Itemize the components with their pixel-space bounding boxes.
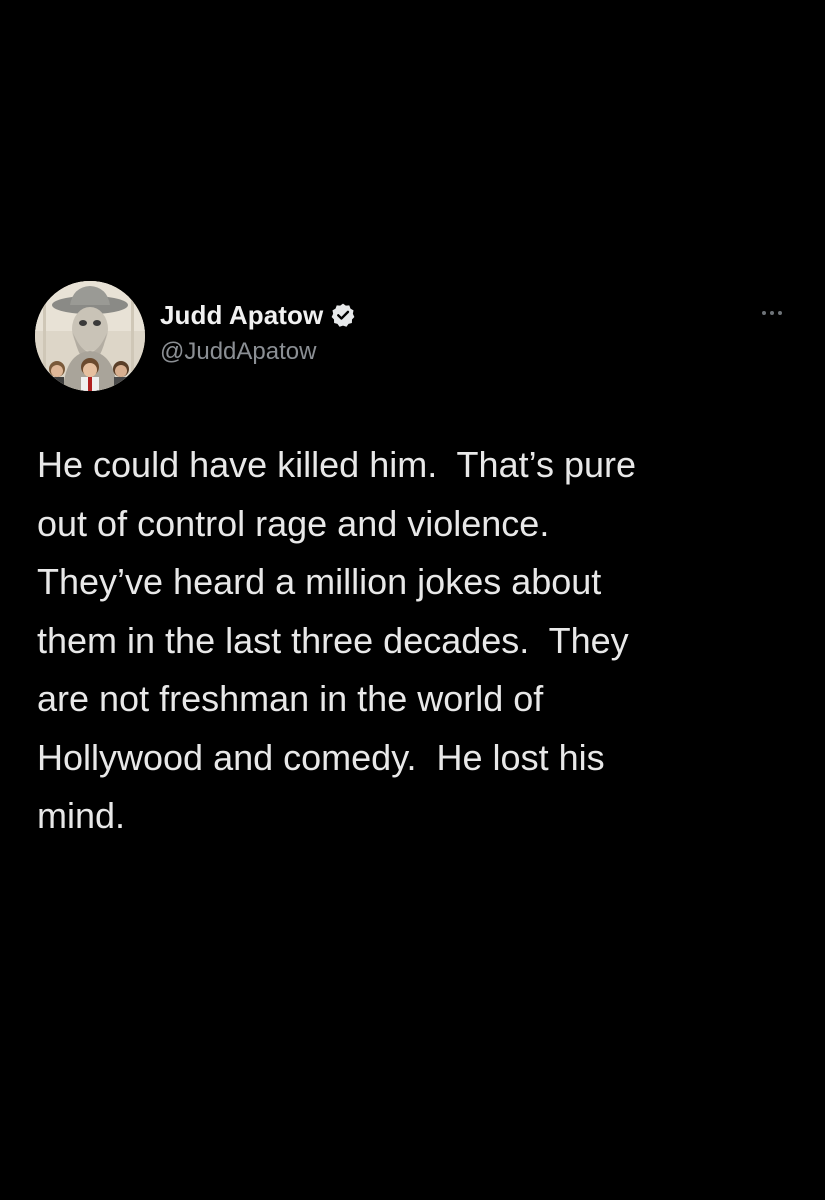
- tweet-text: He could have killed him. That’s pure ou…: [37, 436, 797, 846]
- tweet-text-line: out of control rage and violence.: [37, 502, 550, 544]
- tweet-text-line: Hollywood and comedy. He lost his: [37, 736, 605, 778]
- tweet-text-line: them in the last three decades. They: [37, 619, 629, 661]
- verified-badge-icon: [330, 302, 356, 328]
- more-dot: [778, 311, 782, 315]
- avatar[interactable]: [35, 281, 145, 391]
- tweet-text-line: He could have killed him. That’s pure: [37, 444, 636, 485]
- tweet-text-line: are not freshman in the world of: [37, 678, 544, 719]
- tweet-card: Judd Apatow @JuddApatow He could have ki…: [0, 0, 825, 1200]
- author-name-row: Judd Apatow: [160, 295, 356, 335]
- display-name[interactable]: Judd Apatow: [160, 300, 323, 331]
- user-handle[interactable]: @JuddApatow: [160, 338, 316, 366]
- more-horizontal-icon: [762, 311, 766, 315]
- tweet-text-line: mind.: [37, 795, 126, 836]
- more-dot: [770, 311, 774, 315]
- avatar-illustration: [35, 281, 145, 391]
- tweet-text-line: They’ve heard a million jokes about: [37, 561, 602, 602]
- more-options-button[interactable]: [750, 298, 794, 328]
